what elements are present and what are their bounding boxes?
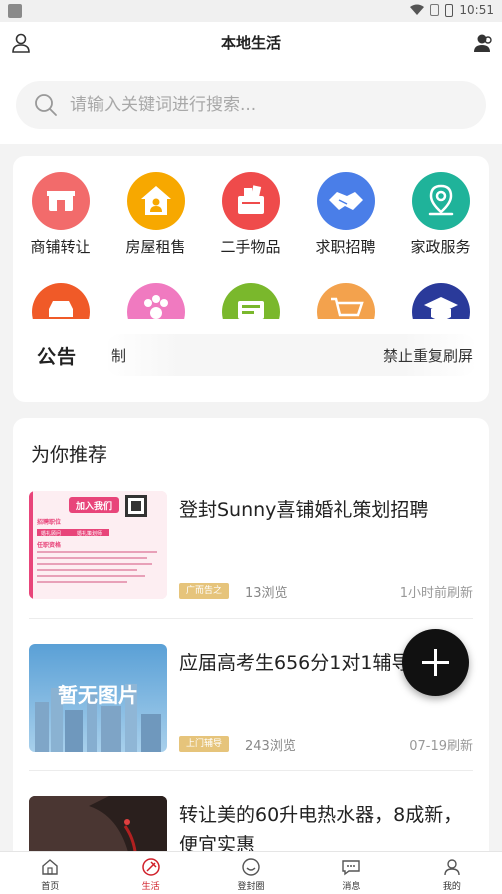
battery-icon [445, 3, 454, 17]
category-second-hand[interactable]: 二手物品 [203, 172, 298, 257]
category-housekeeping[interactable]: 家政服务 [393, 172, 488, 257]
tab-label: 我的 [442, 882, 461, 892]
notice-text-left: 制 [111, 346, 127, 365]
search-bar[interactable] [16, 81, 486, 129]
category-shopping[interactable] [298, 283, 393, 319]
tab-home[interactable]: 首页 [0, 852, 100, 894]
category-tickets[interactable] [203, 283, 298, 319]
category-pets[interactable] [108, 283, 203, 319]
category-label: 家政服务 [410, 238, 471, 256]
profile-icon [444, 859, 460, 876]
post-views: 243浏览 [245, 739, 296, 754]
divider [29, 618, 473, 619]
post-item[interactable]: 加入我们 招聘职位 婚礼顾问 婚礼策划师 任职资格 登封Sunny喜铺婚礼策划招… [29, 491, 473, 609]
status-time: 10:51 [459, 3, 494, 17]
post-time: 1小时前刷新 [399, 586, 473, 601]
bag-icon [221, 172, 280, 230]
contacts-icon[interactable] [472, 32, 494, 54]
notice-logo: 公告 [37, 345, 78, 368]
notification-icon [8, 4, 22, 18]
notice-text-right: 禁止重复刷屏 [382, 346, 473, 365]
post-tag: 广而告之 [179, 583, 230, 599]
thumb-line: 婚礼顾问 [41, 530, 61, 537]
category-label: 商铺转让 [30, 238, 91, 256]
add-post-button[interactable] [402, 629, 469, 696]
tab-label: 消息 [342, 882, 361, 892]
post-tag: 上门辅导 [179, 736, 230, 752]
car-icon [31, 283, 90, 319]
graduation-icon [411, 283, 470, 319]
sim-icon [430, 4, 440, 16]
wifi-icon [410, 4, 425, 15]
category-house-rent[interactable]: 房屋租售 [108, 172, 203, 257]
notice-bar[interactable]: 公告 制 禁止重复刷屏 [37, 334, 477, 376]
tab-label: 首页 [41, 882, 60, 892]
post-title: 登封Sunny喜铺婚礼策划招聘 [179, 499, 429, 521]
tab-messages[interactable]: 消息 [301, 852, 401, 894]
category-label: 二手物品 [220, 238, 281, 256]
category-row: 商铺转让 房屋租售 二手物品 求职招聘 家政服务 [13, 172, 489, 257]
category-jobs[interactable]: 求职招聘 [298, 172, 393, 257]
ticket-icon [221, 283, 280, 319]
handshake-icon [316, 172, 375, 230]
thumb-heading: 加入我们 [75, 500, 112, 512]
category-education[interactable] [393, 283, 488, 319]
search-icon [35, 94, 57, 116]
circle-icon [242, 858, 260, 876]
category-card: 商铺转让 房屋租售 二手物品 求职招聘 家政服务 公告 制 禁止重复刷屏 [13, 156, 489, 402]
thumb-line: 婚礼策划师 [77, 530, 102, 537]
tab-life[interactable]: 生活 [100, 852, 200, 894]
thumb-line: 任职资格 [36, 541, 62, 549]
thumb-line: 招聘职位 [37, 518, 61, 526]
category-label: 求职招聘 [315, 238, 376, 256]
tab-circle[interactable]: 登封圈 [201, 852, 301, 894]
post-views: 13浏览 [245, 586, 288, 601]
category-shop-transfer[interactable]: 商铺转让 [13, 172, 108, 257]
paw-icon [126, 283, 185, 319]
bottom-tab-bar: 首页 生活 登封圈 消息 我的 [0, 851, 502, 894]
recommend-title: 为你推荐 [31, 444, 108, 466]
category-cars[interactable] [13, 283, 108, 319]
message-icon [342, 860, 361, 876]
tab-label: 生活 [141, 882, 160, 892]
notice-ticker: 制 禁止重复刷屏 [105, 334, 477, 376]
post-thumbnail-placeholder: 暂无图片 [29, 644, 167, 752]
search-input[interactable] [70, 95, 450, 115]
search-section [0, 62, 502, 144]
divider [29, 770, 473, 771]
location-icon [411, 172, 470, 230]
page-title: 本地生活 [220, 34, 281, 52]
category-label: 房屋租售 [125, 238, 186, 256]
tab-profile[interactable]: 我的 [402, 852, 502, 894]
post-thumbnail: 加入我们 招聘职位 婚礼顾问 婚礼策划师 任职资格 [29, 491, 167, 599]
cart-icon [316, 283, 375, 319]
thumb-text: 暂无图片 [58, 683, 138, 707]
tab-label: 登封圈 [237, 882, 265, 892]
status-bar: 10:51 [0, 0, 502, 22]
post-time: 07-19刷新 [409, 739, 473, 754]
category-row-2 [13, 283, 489, 319]
app-header: 本地生活 [0, 22, 502, 62]
home-icon [42, 859, 58, 875]
house-icon [126, 172, 185, 230]
life-icon [141, 858, 160, 876]
shop-icon [31, 172, 90, 230]
